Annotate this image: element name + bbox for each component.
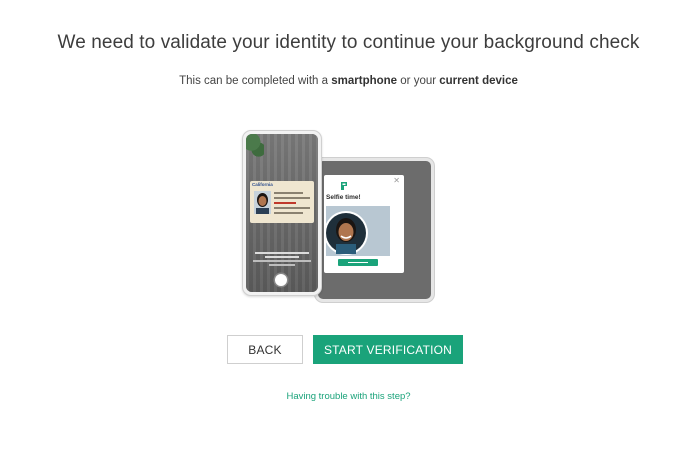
phone-caption (251, 251, 313, 268)
subtitle-prefix: This can be completed with a (179, 75, 332, 87)
verification-illustration: ✕ Selfie time! California (240, 130, 434, 302)
having-trouble-link[interactable]: Having trouble with this step? (286, 391, 410, 402)
verification-page: We need to validate your identity to con… (0, 0, 697, 456)
help-link-row: Having trouble with this step? (0, 391, 697, 402)
selfie-photo (326, 206, 390, 256)
back-button[interactable]: BACK (227, 335, 303, 364)
id-card-photo (254, 191, 271, 214)
close-icon: ✕ (393, 176, 400, 185)
id-card-header: California (252, 182, 273, 187)
selfie-title: Selfie time! (326, 194, 361, 201)
page-subtitle: This can be completed with a smartphone … (0, 75, 697, 87)
brand-logo-icon (341, 182, 347, 190)
start-verification-button[interactable]: START VERIFICATION (313, 335, 463, 364)
page-title: We need to validate your identity to con… (57, 32, 640, 53)
plant-decoration (246, 134, 264, 160)
phone-screen: California (246, 134, 318, 292)
selfie-card: ✕ Selfie time! (324, 175, 404, 273)
tablet-device: ✕ Selfie time! (315, 158, 434, 302)
subtitle-middle: or your (397, 75, 440, 87)
subtitle-smartphone: smartphone (331, 75, 398, 87)
camera-shutter-icon (275, 274, 287, 286)
subtitle-current-device: current device (439, 75, 518, 87)
selfie-capture-button (338, 259, 378, 266)
phone-device: California (242, 130, 322, 296)
id-card: California (250, 181, 314, 223)
id-card-text-lines (274, 192, 310, 217)
